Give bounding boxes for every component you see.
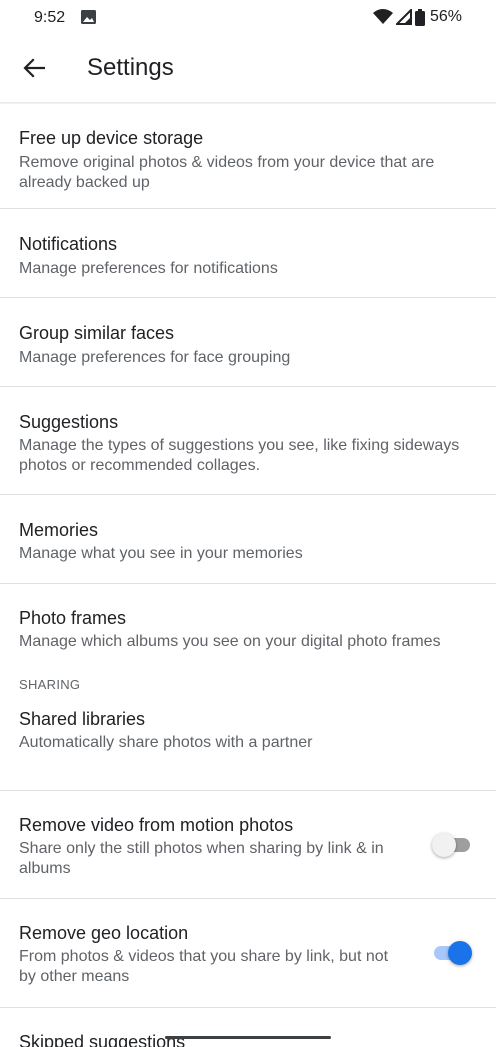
image-notification-icon <box>81 10 96 24</box>
settings-item-title: Remove geo location <box>19 923 189 943</box>
settings-item-title: Skipped suggestions <box>19 1032 186 1047</box>
settings-item-memories[interactable]: Memories Manage what you see in your mem… <box>0 495 496 584</box>
settings-item-title: Suggestions <box>19 412 119 432</box>
settings-item-subtitle: From photos & videos that you share by l… <box>19 948 389 985</box>
settings-item-title: Shared libraries <box>19 709 146 729</box>
battery-icon <box>414 8 425 26</box>
settings-item-subtitle: Remove original photos & videos from you… <box>19 154 435 191</box>
settings-item-shared-libraries[interactable]: Shared libraries Automatically share pho… <box>0 706 496 791</box>
status-time: 9:52 <box>34 9 66 26</box>
settings-item-photo-frames[interactable]: Photo frames Manage which albums you see… <box>0 584 496 673</box>
arrow-back-icon <box>23 58 45 78</box>
settings-item-subtitle: Automatically share photos with a partne… <box>19 734 313 751</box>
settings-item-free-up-storage[interactable]: Free up device storage Remove original p… <box>0 104 496 209</box>
status-bar: 9:52 56% <box>0 0 496 36</box>
cell-signal-icon <box>395 9 412 25</box>
settings-item-title: Free up device storage <box>19 128 204 148</box>
toggle-thumb <box>448 941 472 965</box>
settings-item-title: Group similar faces <box>19 323 175 343</box>
settings-item-subtitle: Manage which albums you see on your digi… <box>19 633 441 650</box>
section-header-sharing: SHARING <box>19 677 81 692</box>
remove-video-toggle[interactable] <box>432 833 472 857</box>
sharing-section: SHARING <box>0 673 496 706</box>
gesture-navigation-bar[interactable] <box>165 1036 331 1039</box>
settings-item-subtitle: Manage the types of suggestions you see,… <box>19 437 460 474</box>
remove-geo-location-toggle[interactable] <box>432 941 472 965</box>
settings-item-skipped-suggestions[interactable]: Skipped suggestions <box>0 1008 496 1047</box>
app-bar: Settings <box>0 36 496 102</box>
settings-item-group-similar-faces[interactable]: Group similar faces Manage preferences f… <box>0 298 496 387</box>
settings-list: Free up device storage Remove original p… <box>0 104 496 1047</box>
settings-item-title: Photo frames <box>19 608 127 628</box>
settings-item-subtitle: Manage preferences for notifications <box>19 260 278 277</box>
settings-item-subtitle: Share only the still photos when sharing… <box>19 840 384 877</box>
settings-item-notifications[interactable]: Notifications Manage preferences for not… <box>0 209 496 298</box>
page-title: Settings <box>87 54 174 81</box>
settings-item-suggestions[interactable]: Suggestions Manage the types of suggesti… <box>0 387 496 495</box>
settings-item-title: Memories <box>19 520 99 540</box>
settings-item-subtitle: Manage preferences for face grouping <box>19 349 291 366</box>
wifi-icon <box>372 9 393 24</box>
settings-item-remove-video-motion-photos[interactable]: Remove video from motion photos Share on… <box>0 791 496 899</box>
settings-item-subtitle: Manage what you see in your memories <box>19 545 303 562</box>
settings-item-remove-geo-location[interactable]: Remove geo location From photos & videos… <box>0 899 496 1008</box>
back-button[interactable] <box>14 50 54 86</box>
settings-item-title: Remove video from motion photos <box>19 815 294 835</box>
settings-item-title: Notifications <box>19 234 118 254</box>
toggle-thumb <box>432 833 456 857</box>
battery-percentage: 56% <box>429 8 462 25</box>
status-icons: 56% <box>372 8 462 26</box>
